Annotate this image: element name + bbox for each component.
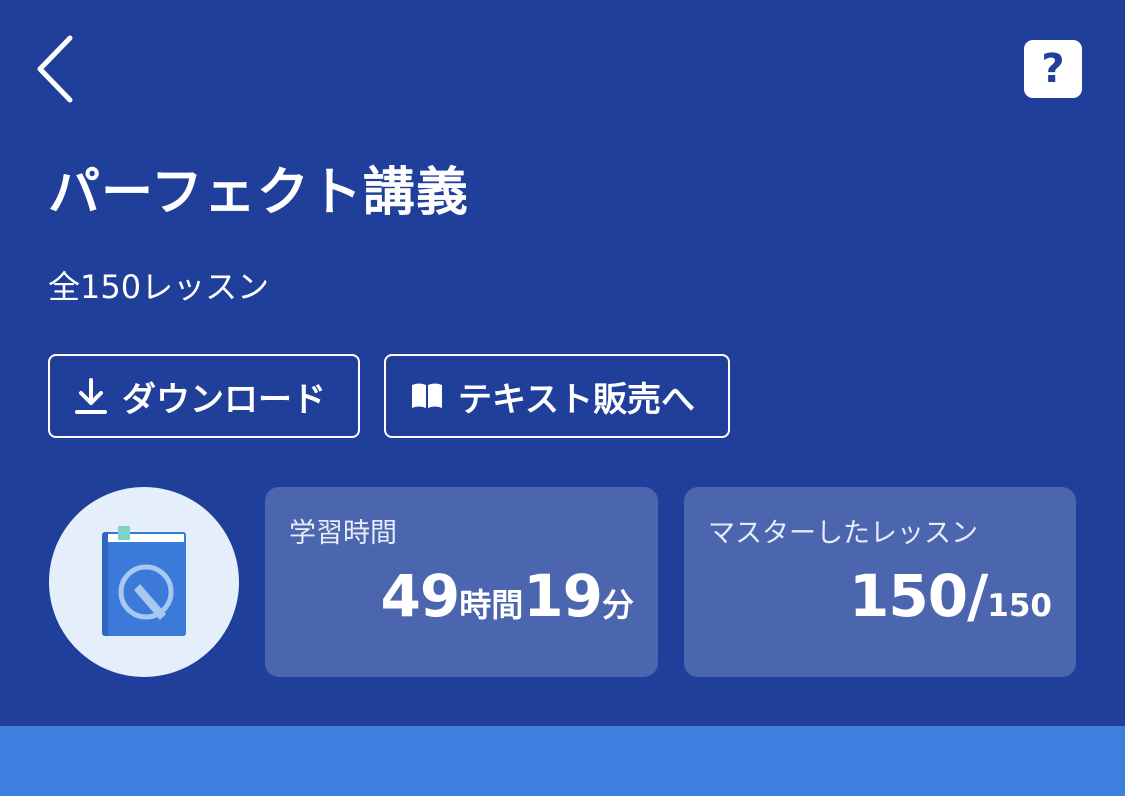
study-time-label: 学習時間 [289, 518, 397, 549]
course-title: パーフェクト講義 [48, 163, 469, 223]
lesson-count: 全150レッスン [48, 268, 270, 306]
mastered-count: 150 [849, 562, 968, 630]
study-hours: 49 [380, 562, 461, 630]
study-time-card: 学習時間 49時間19分 [265, 487, 658, 677]
textbook-icon [102, 526, 186, 636]
study-minutes: 19 [523, 562, 603, 630]
course-avatar [49, 487, 239, 677]
open-book-icon [410, 381, 444, 411]
chevron-left-icon [37, 35, 73, 103]
download-label: ダウンロード [122, 379, 326, 420]
minutes-unit: 分 [601, 586, 634, 624]
mastered-total: 150 [987, 588, 1052, 624]
hours-unit: 時間 [459, 586, 524, 624]
mastered-value: 150/150 [849, 567, 1052, 625]
mastered-separator: / [967, 562, 988, 630]
back-button[interactable] [28, 30, 84, 110]
bottom-bar [0, 726, 1125, 796]
help-button[interactable]: ? [1024, 40, 1082, 98]
text-shop-button[interactable]: テキスト販売へ [384, 354, 730, 438]
download-icon [74, 376, 108, 416]
mastered-label: マスターしたレッスン [708, 518, 978, 549]
course-header: ? パーフェクト講義 全150レッスン ダウンロード テキスト販売へ 学習時間 … [0, 0, 1125, 726]
download-button[interactable]: ダウンロード [48, 354, 360, 438]
text-shop-label: テキスト販売へ [458, 379, 695, 420]
study-time-value: 49時間19分 [381, 567, 634, 625]
help-icon: ? [1041, 46, 1065, 92]
mastered-lessons-card: マスターしたレッスン 150/150 [684, 487, 1076, 677]
